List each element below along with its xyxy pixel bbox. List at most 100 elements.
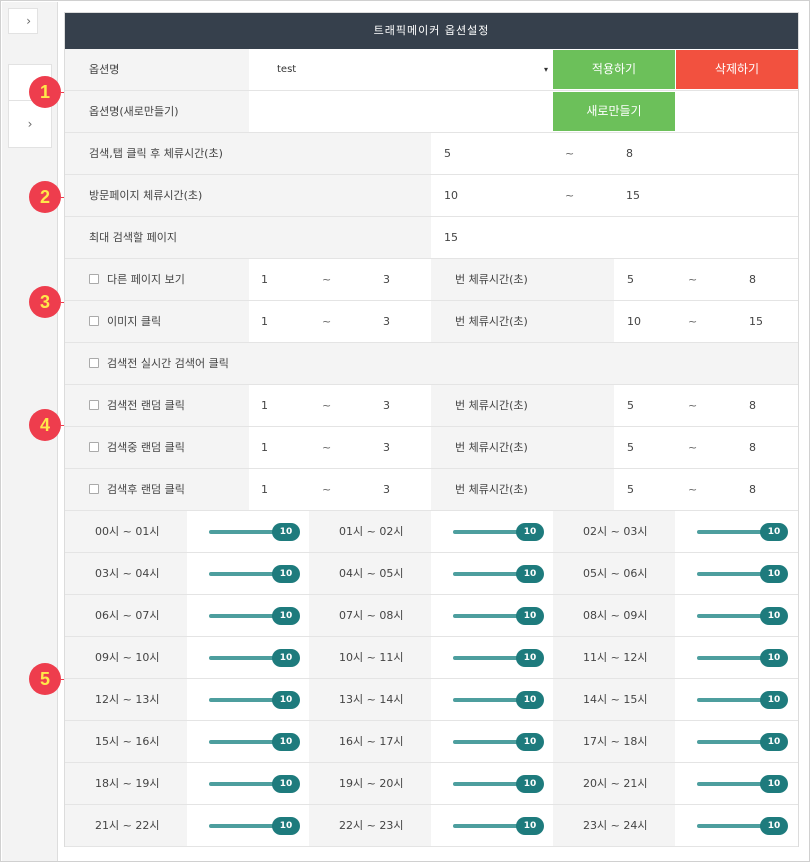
- slider-knob[interactable]: 10: [516, 565, 544, 583]
- slider-knob[interactable]: 10: [516, 523, 544, 541]
- slider-knob[interactable]: 10: [516, 607, 544, 625]
- visit-page-stay-row: 방문페이지 체류시간(초) 10 ~ 15: [65, 175, 798, 217]
- hour-slider[interactable]: 10: [697, 679, 789, 720]
- create-button[interactable]: 새로만들기: [553, 92, 675, 131]
- checkbox[interactable]: [89, 442, 99, 452]
- hour-slider[interactable]: 10: [697, 637, 789, 678]
- hour-slider[interactable]: 10: [697, 553, 789, 594]
- slider-knob[interactable]: 10: [760, 817, 788, 835]
- max-search-pages-input[interactable]: 15: [444, 217, 458, 258]
- hour-slider[interactable]: 10: [209, 637, 301, 678]
- checkbox[interactable]: [89, 484, 99, 494]
- hour-slider[interactable]: 10: [209, 805, 301, 846]
- apply-button[interactable]: 적용하기: [553, 50, 675, 89]
- hour-label: 23시 ~ 24시: [553, 805, 675, 846]
- count-min-input[interactable]: 1: [261, 427, 268, 468]
- hour-slider[interactable]: 10: [453, 805, 545, 846]
- stay-max-input[interactable]: 15: [749, 301, 763, 342]
- stay-min-input[interactable]: 5: [627, 259, 634, 300]
- hour-slider[interactable]: 10: [453, 763, 545, 804]
- slider-knob[interactable]: 10: [760, 733, 788, 751]
- options-panel: 트래픽메이커 옵션설정 옵션명 test ▾ 적용하기 삭제하기 옵션명(새로만…: [64, 12, 799, 847]
- count-min-input[interactable]: 1: [261, 301, 268, 342]
- checkbox[interactable]: [89, 274, 99, 284]
- hour-slider[interactable]: 10: [697, 595, 789, 636]
- stay-max-input[interactable]: 8: [749, 385, 756, 426]
- count-min-input[interactable]: 1: [261, 385, 268, 426]
- slider-knob[interactable]: 10: [760, 691, 788, 709]
- visit-page-stay-min-input[interactable]: 10: [444, 175, 458, 216]
- delete-button[interactable]: 삭제하기: [676, 50, 798, 89]
- hour-slider[interactable]: 10: [453, 511, 545, 552]
- hour-slider[interactable]: 10: [209, 553, 301, 594]
- count-max-input[interactable]: 3: [383, 469, 390, 510]
- count-max-input[interactable]: 3: [383, 385, 390, 426]
- hour-slider[interactable]: 10: [697, 763, 789, 804]
- count-max-input[interactable]: 3: [383, 259, 390, 300]
- hour-row: 00시 ~ 01시 10 01시 ~ 02시 10 02시 ~ 03시 10: [65, 511, 798, 553]
- annotation-marker: 5: [29, 663, 61, 695]
- slider-knob[interactable]: 10: [516, 775, 544, 793]
- search-tab-stay-min-input[interactable]: 5: [444, 133, 451, 174]
- slider-knob[interactable]: 10: [760, 607, 788, 625]
- slider-knob[interactable]: 10: [760, 523, 788, 541]
- hour-slider[interactable]: 10: [453, 721, 545, 762]
- count-min-input[interactable]: 1: [261, 469, 268, 510]
- search-tab-stay-max-input[interactable]: 8: [626, 133, 633, 174]
- hour-slider[interactable]: 10: [453, 637, 545, 678]
- stay-min-input[interactable]: 5: [627, 469, 634, 510]
- slider-knob[interactable]: 10: [272, 565, 300, 583]
- slider-knob[interactable]: 10: [516, 691, 544, 709]
- hour-slider[interactable]: 10: [697, 721, 789, 762]
- hour-slider[interactable]: 10: [209, 721, 301, 762]
- slider-knob[interactable]: 10: [272, 607, 300, 625]
- hour-slider[interactable]: 10: [209, 595, 301, 636]
- hour-row: 09시 ~ 10시 10 10시 ~ 11시 10 11시 ~ 12시 10: [65, 637, 798, 679]
- checkbox[interactable]: [89, 316, 99, 326]
- stay-label: 번 체류시간(초): [431, 301, 614, 342]
- count-max-input[interactable]: 3: [383, 427, 390, 468]
- stay-min-input[interactable]: 5: [627, 427, 634, 468]
- slider-knob[interactable]: 10: [272, 775, 300, 793]
- hour-label: 05시 ~ 06시: [553, 553, 675, 594]
- slider-knob[interactable]: 10: [516, 733, 544, 751]
- slider-knob[interactable]: 10: [760, 565, 788, 583]
- hour-row: 03시 ~ 04시 10 04시 ~ 05시 10 05시 ~ 06시 10: [65, 553, 798, 595]
- hour-slider[interactable]: 10: [697, 805, 789, 846]
- slider-knob[interactable]: 10: [760, 775, 788, 793]
- slider-knob[interactable]: 10: [272, 733, 300, 751]
- expand-button[interactable]: ›: [8, 8, 38, 34]
- new-option-input[interactable]: [249, 91, 552, 132]
- range-tilde: ~: [322, 483, 332, 496]
- slider-knob[interactable]: 10: [516, 649, 544, 667]
- stay-max-input[interactable]: 8: [749, 427, 756, 468]
- stay-min-input[interactable]: 10: [627, 301, 641, 342]
- stay-min-input[interactable]: 5: [627, 385, 634, 426]
- count-max-input[interactable]: 3: [383, 301, 390, 342]
- option-select[interactable]: test ▾: [249, 49, 552, 90]
- random-row-label: 검색중 랜덤 클릭: [107, 441, 185, 454]
- slider-knob[interactable]: 10: [516, 817, 544, 835]
- hour-slider[interactable]: 10: [209, 679, 301, 720]
- checkbox[interactable]: [89, 358, 99, 368]
- new-option-row: 옵션명(새로만들기) 새로만들기: [65, 91, 798, 133]
- range-tilde: ~: [565, 147, 575, 160]
- hour-label: 12시 ~ 13시: [65, 679, 187, 720]
- slider-knob[interactable]: 10: [272, 691, 300, 709]
- hour-slider[interactable]: 10: [209, 763, 301, 804]
- slider-knob[interactable]: 10: [272, 649, 300, 667]
- slider-knob[interactable]: 10: [272, 817, 300, 835]
- slider-knob[interactable]: 10: [760, 649, 788, 667]
- slider-knob[interactable]: 10: [272, 523, 300, 541]
- hour-slider[interactable]: 10: [453, 679, 545, 720]
- stay-max-input[interactable]: 8: [749, 469, 756, 510]
- hour-slider[interactable]: 10: [453, 595, 545, 636]
- count-min-input[interactable]: 1: [261, 259, 268, 300]
- hour-slider[interactable]: 10: [209, 511, 301, 552]
- visit-page-stay-max-input[interactable]: 15: [626, 175, 640, 216]
- hour-slider[interactable]: 10: [697, 511, 789, 552]
- checkbox[interactable]: [89, 400, 99, 410]
- hour-slider[interactable]: 10: [453, 553, 545, 594]
- stay-max-input[interactable]: 8: [749, 259, 756, 300]
- range-tilde: ~: [688, 483, 698, 496]
